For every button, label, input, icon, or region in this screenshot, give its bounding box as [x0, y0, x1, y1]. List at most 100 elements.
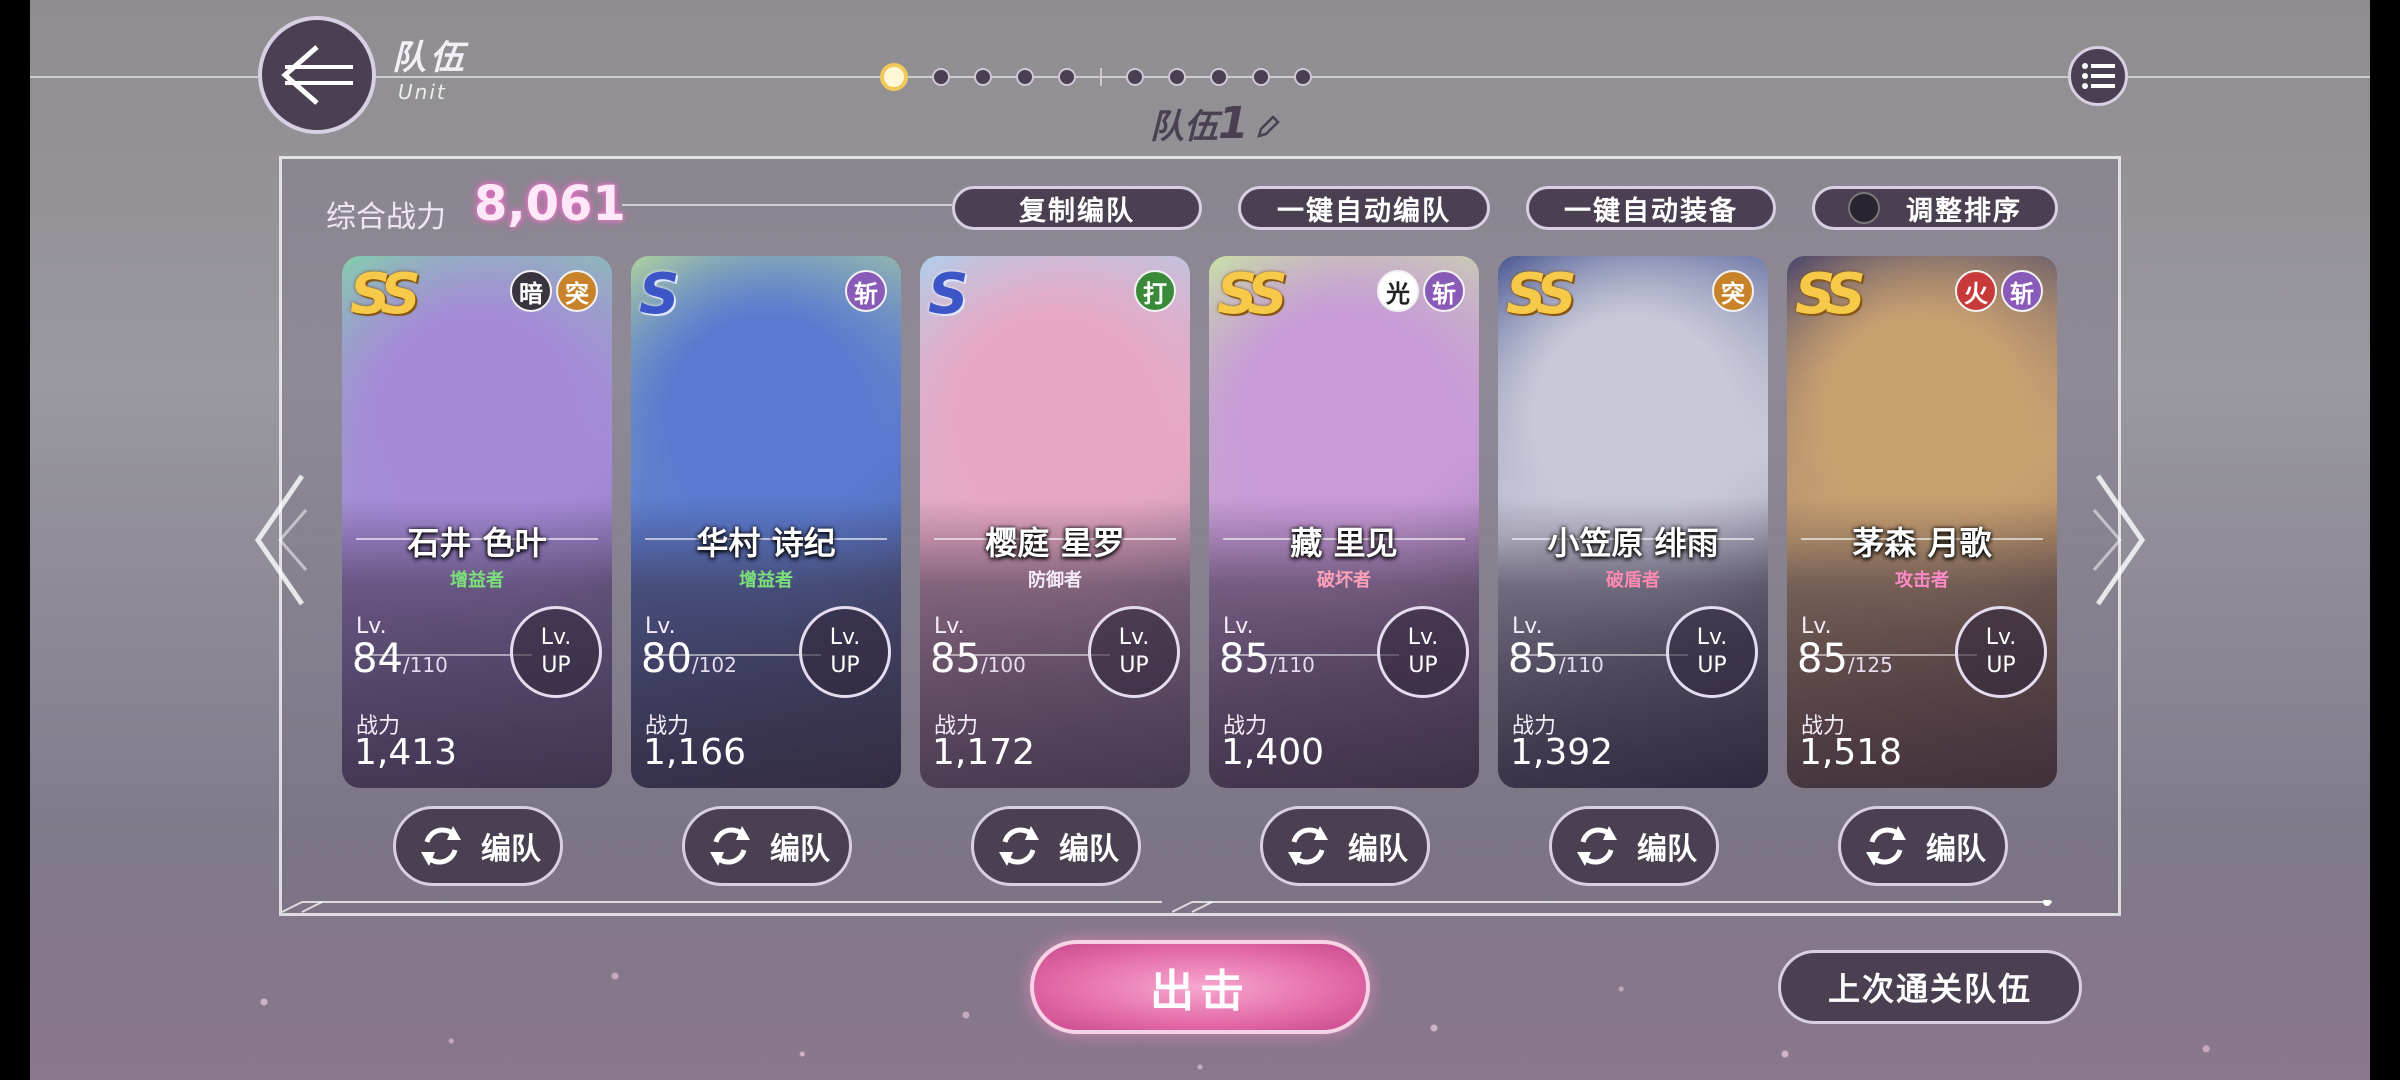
last-clear-team-label: 上次通关队伍	[1827, 970, 2032, 1008]
level-up-button[interactable]: Lv. UP	[1955, 606, 2047, 698]
level-up-line1: Lv.	[1407, 625, 1439, 650]
attribute-badges: 突	[1712, 270, 1754, 312]
attribute-badge: 光	[1377, 270, 1419, 312]
team-page-dot[interactable]	[1168, 68, 1186, 86]
max-level: /110	[402, 653, 448, 677]
team-page-dot[interactable]	[1016, 68, 1034, 86]
level-value: 85/125	[1797, 636, 1893, 682]
level-up-button[interactable]: Lv. UP	[799, 606, 891, 698]
character-name: 樱庭 星罗	[985, 524, 1125, 562]
sort-label: 调整排序	[1906, 195, 2022, 227]
letterbox-left	[0, 0, 30, 1080]
attribute-badges: 火斩	[1955, 270, 2043, 312]
level-up-line2: UP	[1697, 653, 1727, 678]
bottom-deco-right	[1172, 900, 2052, 913]
rarity-badge: S	[928, 262, 968, 327]
team-page-dot[interactable]	[1294, 68, 1312, 86]
level-up-line2: UP	[1408, 653, 1438, 678]
character-name: 小笠原 绯雨	[1547, 524, 1719, 562]
attribute-badge: 突	[1712, 270, 1754, 312]
auto-equip-button[interactable]: 一键自动装备	[1526, 186, 1776, 230]
character-card[interactable]: S 打 樱庭 星罗 防御者 Lv. 85/100 Lv. UP 战力 1,172	[920, 256, 1190, 788]
character-role: 破盾者	[1606, 570, 1660, 591]
character-name: 石井 色叶	[407, 524, 547, 562]
swap-arrows-icon	[421, 826, 461, 866]
pencil-edit-icon[interactable]	[1255, 114, 1281, 140]
current-level: 80	[641, 636, 692, 682]
power-value: 1,413	[354, 732, 458, 773]
formation-swap-button[interactable]: 编队	[971, 806, 1141, 886]
copy-formation-button[interactable]: 复制编队	[952, 186, 1202, 230]
character-role: 增益者	[450, 570, 504, 591]
level-up-line1: Lv.	[1118, 625, 1150, 650]
character-card[interactable]: SS 火斩 茅森 月歌 攻击者 Lv. 85/125 Lv. UP 战力 1,51…	[1787, 256, 2057, 788]
character-card[interactable]: SS 光斩 藏 里见 破坏者 Lv. 85/110 Lv. UP 战力 1,400	[1209, 256, 1479, 788]
back-arrow-icon	[281, 45, 353, 105]
power-value: 1,518	[1799, 732, 1903, 773]
page-title: 队伍	[392, 38, 468, 78]
max-level: /100	[980, 653, 1026, 677]
team-number: 1	[1218, 98, 1249, 149]
character-role: 防御者	[1028, 570, 1082, 591]
formation-swap-button[interactable]: 编队	[1260, 806, 1430, 886]
level-up-button[interactable]: Lv. UP	[1666, 606, 1758, 698]
rarity-badge: S	[639, 262, 679, 327]
level-up-line2: UP	[1986, 653, 2016, 678]
attribute-badges: 光斩	[1377, 270, 1465, 312]
formation-label: 编队	[1348, 832, 1408, 867]
sortie-button[interactable]: 出击	[1030, 940, 1370, 1034]
character-name: 茅森 月歌	[1852, 524, 1992, 562]
swap-arrows-icon	[1866, 826, 1906, 866]
back-button[interactable]	[258, 16, 376, 134]
attribute-badge: 火	[1955, 270, 1997, 312]
attribute-badges: 打	[1134, 270, 1176, 312]
attribute-badge: 斩	[1423, 270, 1465, 312]
level-value: 84/110	[352, 636, 448, 682]
auto-formation-button[interactable]: 一键自动编队	[1238, 186, 1490, 230]
team-page-dot[interactable]	[880, 63, 908, 91]
character-card[interactable]: SS 暗突 石井 色叶 增益者 Lv. 84/110 Lv. UP 战力 1,41…	[342, 256, 612, 788]
rarity-badge: SS	[350, 262, 421, 327]
character-card[interactable]: S 斩 华村 诗纪 增益者 Lv. 80/102 Lv. UP 战力 1,166	[631, 256, 901, 788]
formation-label: 编队	[481, 832, 541, 867]
total-power-value: 8,061	[474, 176, 626, 232]
power-divider	[622, 204, 952, 206]
level-up-button[interactable]: Lv. UP	[510, 606, 602, 698]
formation-label: 编队	[770, 832, 830, 867]
team-page-dot[interactable]	[974, 68, 992, 86]
team-page-dot[interactable]	[1210, 68, 1228, 86]
power-value: 1,392	[1510, 732, 1614, 773]
swap-arrows-icon	[1577, 826, 1617, 866]
copy-formation-label: 复制编队	[1019, 195, 1135, 227]
team-page-dot[interactable]	[1252, 68, 1270, 86]
last-clear-team-button[interactable]: 上次通关队伍	[1778, 950, 2082, 1024]
rarity-badge: SS	[1217, 262, 1288, 327]
formation-swap-button[interactable]: 编队	[682, 806, 852, 886]
menu-button[interactable]	[2068, 46, 2128, 106]
sort-toggle-button[interactable]: 调整排序	[1812, 186, 2058, 230]
max-level: /110	[1558, 653, 1604, 677]
level-up-line1: Lv.	[1696, 625, 1728, 650]
character-name: 藏 里见	[1290, 524, 1398, 562]
formation-swap-button[interactable]: 编队	[1549, 806, 1719, 886]
swap-arrows-icon	[1288, 826, 1328, 866]
level-value: 85/110	[1219, 636, 1315, 682]
character-role: 攻击者	[1895, 570, 1949, 591]
level-up-button[interactable]: Lv. UP	[1088, 606, 1180, 698]
level-up-line1: Lv.	[1985, 625, 2017, 650]
chevron-right-icon[interactable]	[2090, 470, 2150, 610]
team-page-dot[interactable]	[1126, 68, 1144, 86]
level-up-button[interactable]: Lv. UP	[1377, 606, 1469, 698]
swap-arrows-icon	[999, 826, 1039, 866]
toggle-indicator[interactable]	[1848, 192, 1880, 224]
formation-swap-button[interactable]: 编队	[393, 806, 563, 886]
character-card[interactable]: SS 突 小笠原 绯雨 破盾者 Lv. 85/110 Lv. UP 战力 1,39…	[1498, 256, 1768, 788]
team-page-dot[interactable]	[1058, 68, 1076, 86]
formation-swap-button[interactable]: 编队	[1838, 806, 2008, 886]
team-page-dot[interactable]	[932, 68, 950, 86]
attribute-badge: 突	[556, 270, 598, 312]
chevron-left-icon[interactable]	[250, 470, 310, 610]
rarity-badge: SS	[1506, 262, 1577, 327]
bottom-deco-left	[282, 901, 1162, 913]
page-subtitle: Unit	[398, 80, 447, 104]
